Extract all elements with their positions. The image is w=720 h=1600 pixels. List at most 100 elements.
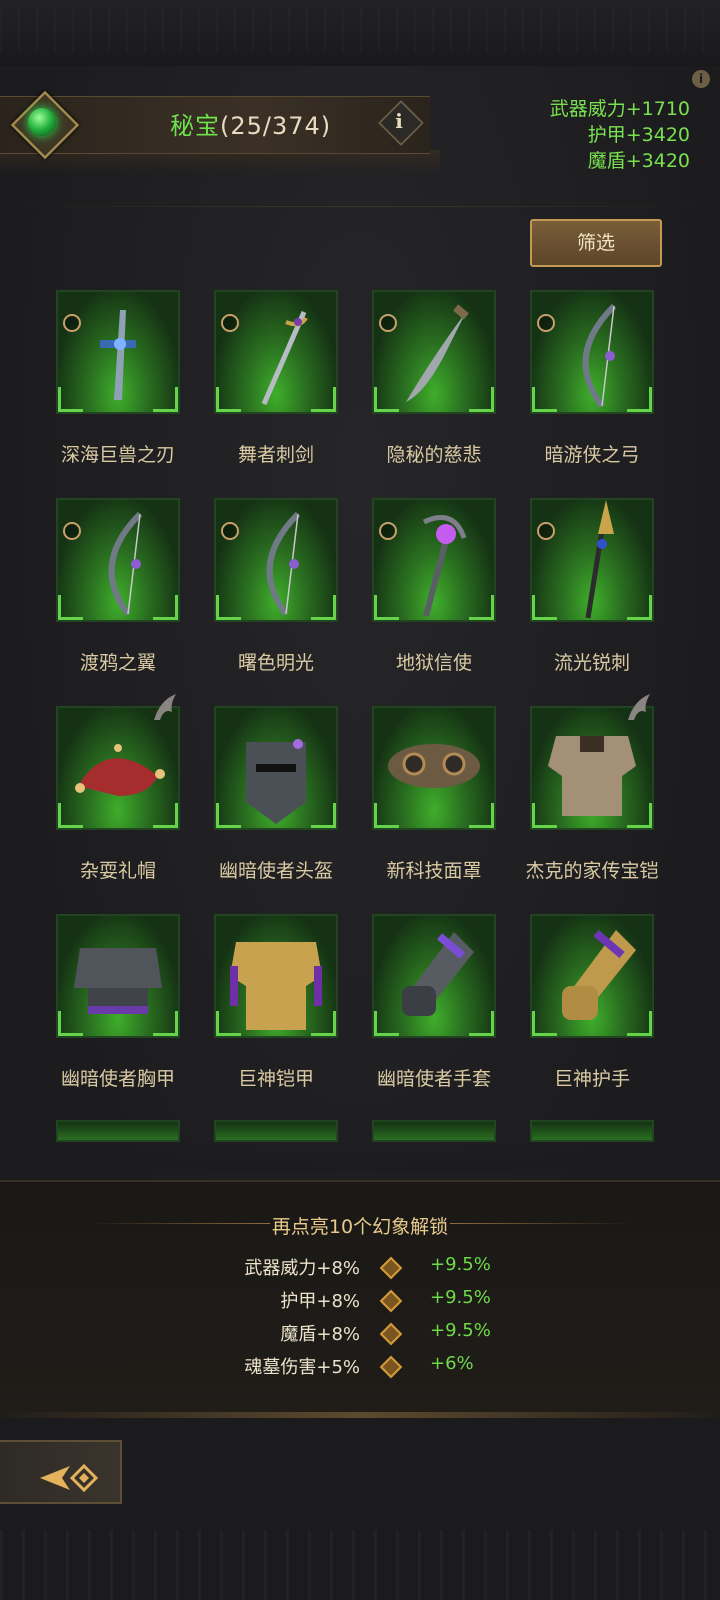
- rank-badge-icon: [624, 690, 654, 724]
- card-corner: [216, 1011, 241, 1036]
- item-card[interactable]: [214, 706, 338, 830]
- stats-info-icon[interactable]: i: [692, 70, 710, 88]
- item-card[interactable]: [56, 914, 180, 1038]
- current-bonus: 武器威力+8%: [244, 1258, 360, 1279]
- unlock-bonus-row: 护甲+8% +9.5%: [0, 1287, 720, 1317]
- item-card[interactable]: [214, 498, 338, 622]
- stat-weapon-power: 武器威力+1710: [549, 98, 690, 120]
- item-name: 幽暗使者胸甲: [60, 1068, 175, 1090]
- item-name: 流光锐刺: [553, 652, 630, 674]
- item-name: 幽暗使者手套: [376, 1068, 491, 1090]
- item-name: 幽暗使者头盔: [218, 860, 333, 882]
- next-bonus: +6%: [430, 1353, 474, 1374]
- next-bonus: +9.5%: [430, 1254, 491, 1275]
- item-name: 杂耍礼帽: [79, 860, 156, 882]
- collection-count: (25/374): [220, 112, 332, 140]
- item-name: 巨神铠甲: [237, 1068, 314, 1090]
- card-corner: [532, 803, 557, 828]
- item-card-partial[interactable]: [56, 1120, 180, 1142]
- next-bonus: +9.5%: [430, 1287, 491, 1308]
- card-corner: [216, 803, 241, 828]
- next-bonus: +9.5%: [430, 1320, 491, 1341]
- card-corner: [627, 1011, 652, 1036]
- card-corner: [374, 1011, 399, 1036]
- card-corner: [216, 387, 241, 412]
- item-card[interactable]: [214, 914, 338, 1038]
- item-card-partial[interactable]: [214, 1120, 338, 1142]
- unlock-title: 再点亮10个幻象解锁: [271, 1216, 449, 1238]
- card-corner: [311, 1011, 336, 1036]
- current-bonus: 魔盾+8%: [280, 1324, 360, 1345]
- card-corner: [58, 1011, 83, 1036]
- item-name: 隐秘的慈悲: [386, 444, 482, 466]
- card-corner: [58, 803, 83, 828]
- item-name: 暗游侠之弓: [544, 444, 640, 466]
- select-radio[interactable]: [221, 314, 239, 332]
- item-name: 地狱信使: [395, 652, 472, 674]
- filter-button[interactable]: 筛选: [530, 219, 662, 267]
- stat-armor: 护甲+3420: [587, 124, 690, 146]
- arrow-icon: [379, 1322, 403, 1346]
- arrow-icon: [379, 1256, 403, 1280]
- card-corner: [532, 387, 557, 412]
- select-radio[interactable]: [63, 314, 81, 332]
- item-card[interactable]: [530, 914, 654, 1038]
- card-corner: [153, 387, 178, 412]
- select-radio[interactable]: [379, 522, 397, 540]
- card-corner: [153, 803, 178, 828]
- collection-name: 秘宝: [170, 112, 220, 140]
- green-gem-icon: [28, 108, 56, 136]
- item-card-partial[interactable]: [372, 1120, 496, 1142]
- card-corner: [627, 387, 652, 412]
- card-corner: [532, 595, 557, 620]
- card-corner: [374, 387, 399, 412]
- item-card[interactable]: [214, 290, 338, 414]
- footer-decor: [0, 1530, 720, 1600]
- page-title: 秘宝(25/374): [170, 106, 331, 141]
- unlock-bonus-row: 武器威力+8% +9.5%: [0, 1254, 720, 1284]
- card-corner: [58, 595, 83, 620]
- item-card[interactable]: [372, 290, 496, 414]
- item-name: 新科技面罩: [386, 860, 482, 882]
- rank-badge-icon: [150, 690, 180, 724]
- card-corner: [216, 595, 241, 620]
- back-button[interactable]: [0, 1440, 122, 1504]
- info-icon[interactable]: i: [382, 104, 416, 138]
- card-corner: [311, 803, 336, 828]
- item-name: 渡鸦之翼: [79, 652, 156, 674]
- scroll-fade: [0, 1140, 720, 1170]
- item-card[interactable]: [530, 290, 654, 414]
- stat-bonus-list: 武器威力+1710 护甲+3420 魔盾+3420: [550, 96, 690, 174]
- top-banner: [0, 0, 720, 67]
- arrow-icon: [379, 1289, 403, 1313]
- card-corner: [153, 1011, 178, 1036]
- card-corner: [374, 803, 399, 828]
- select-radio[interactable]: [537, 522, 555, 540]
- item-card[interactable]: [372, 706, 496, 830]
- item-card[interactable]: [56, 706, 180, 830]
- item-name: 曙色明光: [237, 652, 314, 674]
- item-name: 舞者刺剑: [237, 444, 314, 466]
- item-card[interactable]: [530, 706, 654, 830]
- item-name: 巨神护手: [553, 1068, 630, 1090]
- select-radio[interactable]: [63, 522, 81, 540]
- unlock-bonus-row: 魔盾+8% +9.5%: [0, 1320, 720, 1350]
- card-corner: [627, 803, 652, 828]
- divider: [14, 206, 706, 207]
- select-radio[interactable]: [221, 522, 239, 540]
- card-corner: [311, 387, 336, 412]
- item-card[interactable]: [372, 914, 496, 1038]
- item-card[interactable]: [530, 498, 654, 622]
- back-arrow-icon[interactable]: [0, 1442, 120, 1502]
- select-radio[interactable]: [379, 314, 397, 332]
- card-corner: [532, 1011, 557, 1036]
- item-card[interactable]: [372, 498, 496, 622]
- item-card-partial[interactable]: [530, 1120, 654, 1142]
- current-bonus: 魂墓伤害+5%: [244, 1357, 360, 1378]
- item-card[interactable]: [56, 498, 180, 622]
- card-corner: [469, 803, 494, 828]
- stat-magic-shield: 魔盾+3420: [587, 150, 690, 172]
- item-card[interactable]: [56, 290, 180, 414]
- select-radio[interactable]: [537, 314, 555, 332]
- item-name: 杰克的家传宝铠: [525, 860, 659, 882]
